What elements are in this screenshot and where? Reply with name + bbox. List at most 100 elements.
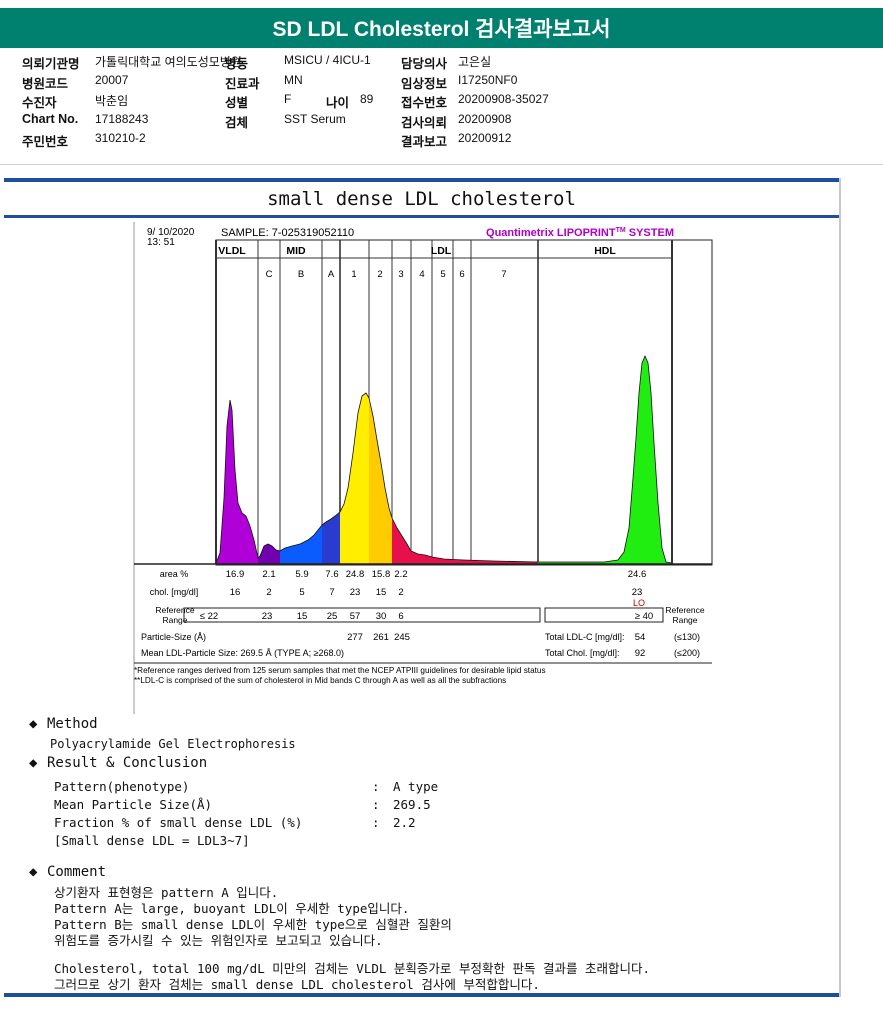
result-size-colon: : (372, 797, 380, 812)
band-label: 1 (351, 269, 356, 280)
label-doctor: 담당의사 (401, 57, 448, 71)
report-frame: small dense LDL cholesterol 9/ 10/2020 1… (4, 178, 841, 997)
result-heading: ◆ Result & Conclusion (29, 755, 207, 771)
label-clinical-info: 임상정보 (401, 76, 448, 91)
value-chart-no: 17188243 (95, 111, 149, 126)
comment-heading-text: Comment (47, 864, 107, 880)
values-table: area % 16.9 2.1 5.9 7.6 24.8 15.8 2.2 24.6 chol. … (134, 569, 712, 685)
particle-size: 245 (394, 632, 410, 643)
ldl1-peak (340, 356, 369, 564)
area-value: 2.2 (394, 569, 407, 580)
peak-areas (215, 354, 673, 564)
result-size-label: Mean Particle Size(Å) (54, 797, 213, 812)
hdl-reference: ≥ 40 (635, 611, 653, 622)
right-border (839, 178, 841, 997)
reference-value: 15 (297, 611, 308, 622)
result-pattern-value: A type (393, 779, 439, 794)
total-ldl-label: Total LDL-C [mg/dl]: (545, 632, 625, 642)
value-department: MN (284, 72, 303, 87)
chart-time: 13: 51 (147, 237, 175, 248)
lipoprint-chart: 9/ 10/2020 13: 51 SAMPLE: 7-025319052110… (133, 222, 713, 714)
mid-a-peak (322, 356, 340, 564)
reference-label: Range (672, 615, 697, 625)
chol-value: 15 (376, 587, 387, 598)
value-specimen: SST Serum (284, 111, 346, 126)
reference-box (183, 607, 541, 623)
mean-size-label: Mean LDL-Particle Size: 269.5 Å (TYPE A;… (141, 648, 344, 658)
label-sex: 성별 (225, 96, 249, 110)
patient-info: 의뢰기관명 가톨릭대학교 여의도성모병원 병동 MSICU / 4ICU-1 담당의사 고… (22, 53, 862, 151)
comment-line: 위험도를 증가시킬 수 있는 위험인자로 보고되고 있습니다. (54, 933, 383, 948)
chol-label: chol. [mg/dl] (150, 587, 199, 597)
value-age: 89 (360, 92, 374, 106)
value-request-date: 20200908 (458, 111, 512, 126)
reference-value: ≤ 22 (200, 611, 218, 622)
value-ward: MSICU / 4ICU-1 (284, 53, 371, 67)
band-label: A (328, 269, 335, 280)
band-labels: VLDL MID LDL HDL C B A 1 2 3 4 5 6 7 (218, 245, 616, 280)
result-fraction-label: Fraction % of small dense LDL (%) (54, 815, 303, 830)
label-age: 나이 (326, 96, 350, 110)
particle-size: 277 (347, 632, 363, 643)
label-hospital-code: 병원코드 (22, 76, 69, 91)
value-receipt-no: 20200908-35027 (458, 92, 549, 106)
label-receipt-no: 접수번호 (401, 96, 448, 110)
reference-label: Reference (665, 605, 704, 615)
group-label: MID (286, 245, 306, 257)
diamond-icon: ◆ (29, 864, 38, 880)
area-value: 7.6 (325, 569, 338, 580)
result-heading-text: Result & Conclusion (47, 755, 208, 771)
chol-value: 16 (230, 587, 241, 598)
label-patient-name: 수진자 (22, 96, 57, 110)
total-ldl-value: 54 (635, 632, 646, 643)
system-name: Quantimetrix LIPOPRINT (486, 227, 616, 239)
report-title: SD LDL Cholesterol 검사결과보고서 (0, 8, 883, 48)
chol-value: 23 (350, 587, 361, 598)
mid-b-peak (280, 356, 322, 564)
area-value: 24.6 (628, 569, 647, 580)
system-tm: TM (616, 227, 626, 234)
area-value: 2.1 (262, 569, 275, 580)
label-request-date: 검사의뢰 (401, 115, 448, 130)
particle-size-label: Particle-Size (Å) (141, 632, 206, 642)
value-clinical-info: I17250NF0 (458, 72, 518, 87)
value-sex: F (284, 92, 292, 106)
result-fraction-colon: : (372, 815, 380, 830)
label-ward: 병동 (225, 57, 249, 71)
area-label: area % (160, 569, 189, 579)
band-label: 6 (459, 269, 464, 280)
result-size-value: 269.5 (393, 797, 431, 812)
diamond-icon: ◆ (29, 716, 38, 732)
diamond-icon: ◆ (29, 755, 38, 771)
ldl3-peak (392, 356, 538, 564)
band-label: 7 (501, 269, 506, 280)
chart-system: Quantimetrix LIPOPRINTTM SYSTEM (486, 227, 674, 239)
chol-value: 23 (632, 587, 643, 598)
mid-c-peak (258, 356, 280, 564)
reference-value: 25 (327, 611, 338, 622)
particle-size: 261 (373, 632, 389, 643)
footnote: **LDL-C is comprised of the sum of chole… (134, 676, 506, 685)
label-department: 진료과 (225, 76, 260, 91)
group-label: LDL (431, 245, 452, 257)
group-label: VLDL (218, 245, 246, 257)
footnote: *Reference ranges derived from 125 serum… (134, 666, 546, 675)
label-resident-no: 주민번호 (22, 135, 69, 149)
value-hospital-code: 20007 (95, 72, 129, 87)
result-pattern-colon: : (372, 779, 380, 794)
label-institution: 의뢰기관명 (22, 57, 80, 71)
profile-outline (215, 354, 673, 564)
total-chol-ref: (≤200) (674, 648, 700, 658)
result-pattern-label: Pattern(phenotype) (54, 779, 190, 794)
label-specimen: 검체 (225, 115, 249, 130)
value-resident-no: 310210-2 (95, 131, 146, 145)
chart-sample: SAMPLE: 7-025319052110 (221, 227, 354, 239)
band-label: 3 (398, 269, 403, 280)
comment-line: 그러므로 상기 환자 검체는 small dense LDL cholester… (54, 977, 540, 992)
value-doctor: 고은실 (458, 55, 492, 69)
band-label: 5 (440, 269, 445, 280)
hdl-flag: LO (633, 598, 645, 608)
value-patient-name: 박춘임 (95, 94, 129, 108)
chol-value: 5 (299, 587, 304, 598)
result-note: [Small dense LDL = LDL3~7] (54, 833, 250, 848)
